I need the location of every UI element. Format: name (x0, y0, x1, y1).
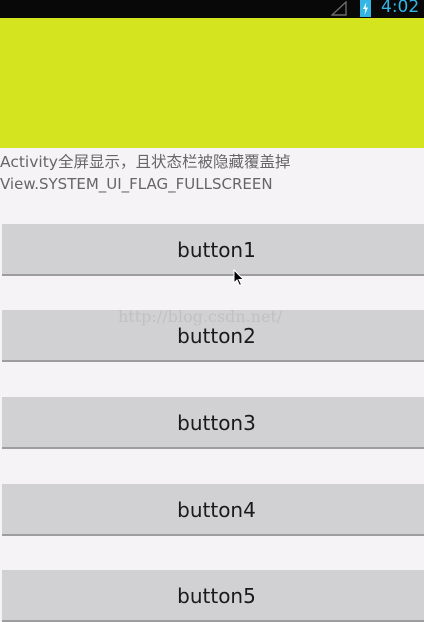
signal-icon (331, 1, 347, 16)
battery-icon (360, 0, 371, 17)
description-text: Activity全屏显示，且状态栏被隐藏覆盖掉 (0, 153, 291, 171)
mouse-cursor-icon (233, 269, 245, 287)
status-clock: 4:02 (381, 0, 420, 17)
button-3-label: button3 (177, 411, 256, 435)
button-2[interactable]: button2 (2, 310, 424, 362)
button-4[interactable]: button4 (2, 484, 424, 536)
button-3[interactable]: button3 (2, 397, 424, 449)
button-2-label: button2 (177, 324, 256, 348)
flag-name-text: View.SYSTEM_UI_FLAG_FULLSCREEN (0, 175, 273, 193)
button-1-label: button1 (177, 238, 256, 262)
status-bar: 4:02 (0, 0, 424, 18)
button-1[interactable]: button1 (2, 224, 424, 276)
button-4-label: button4 (177, 498, 256, 522)
button-5[interactable]: button5 (2, 570, 424, 622)
button-5-label: button5 (177, 584, 256, 608)
fullscreen-color-block (0, 18, 424, 148)
